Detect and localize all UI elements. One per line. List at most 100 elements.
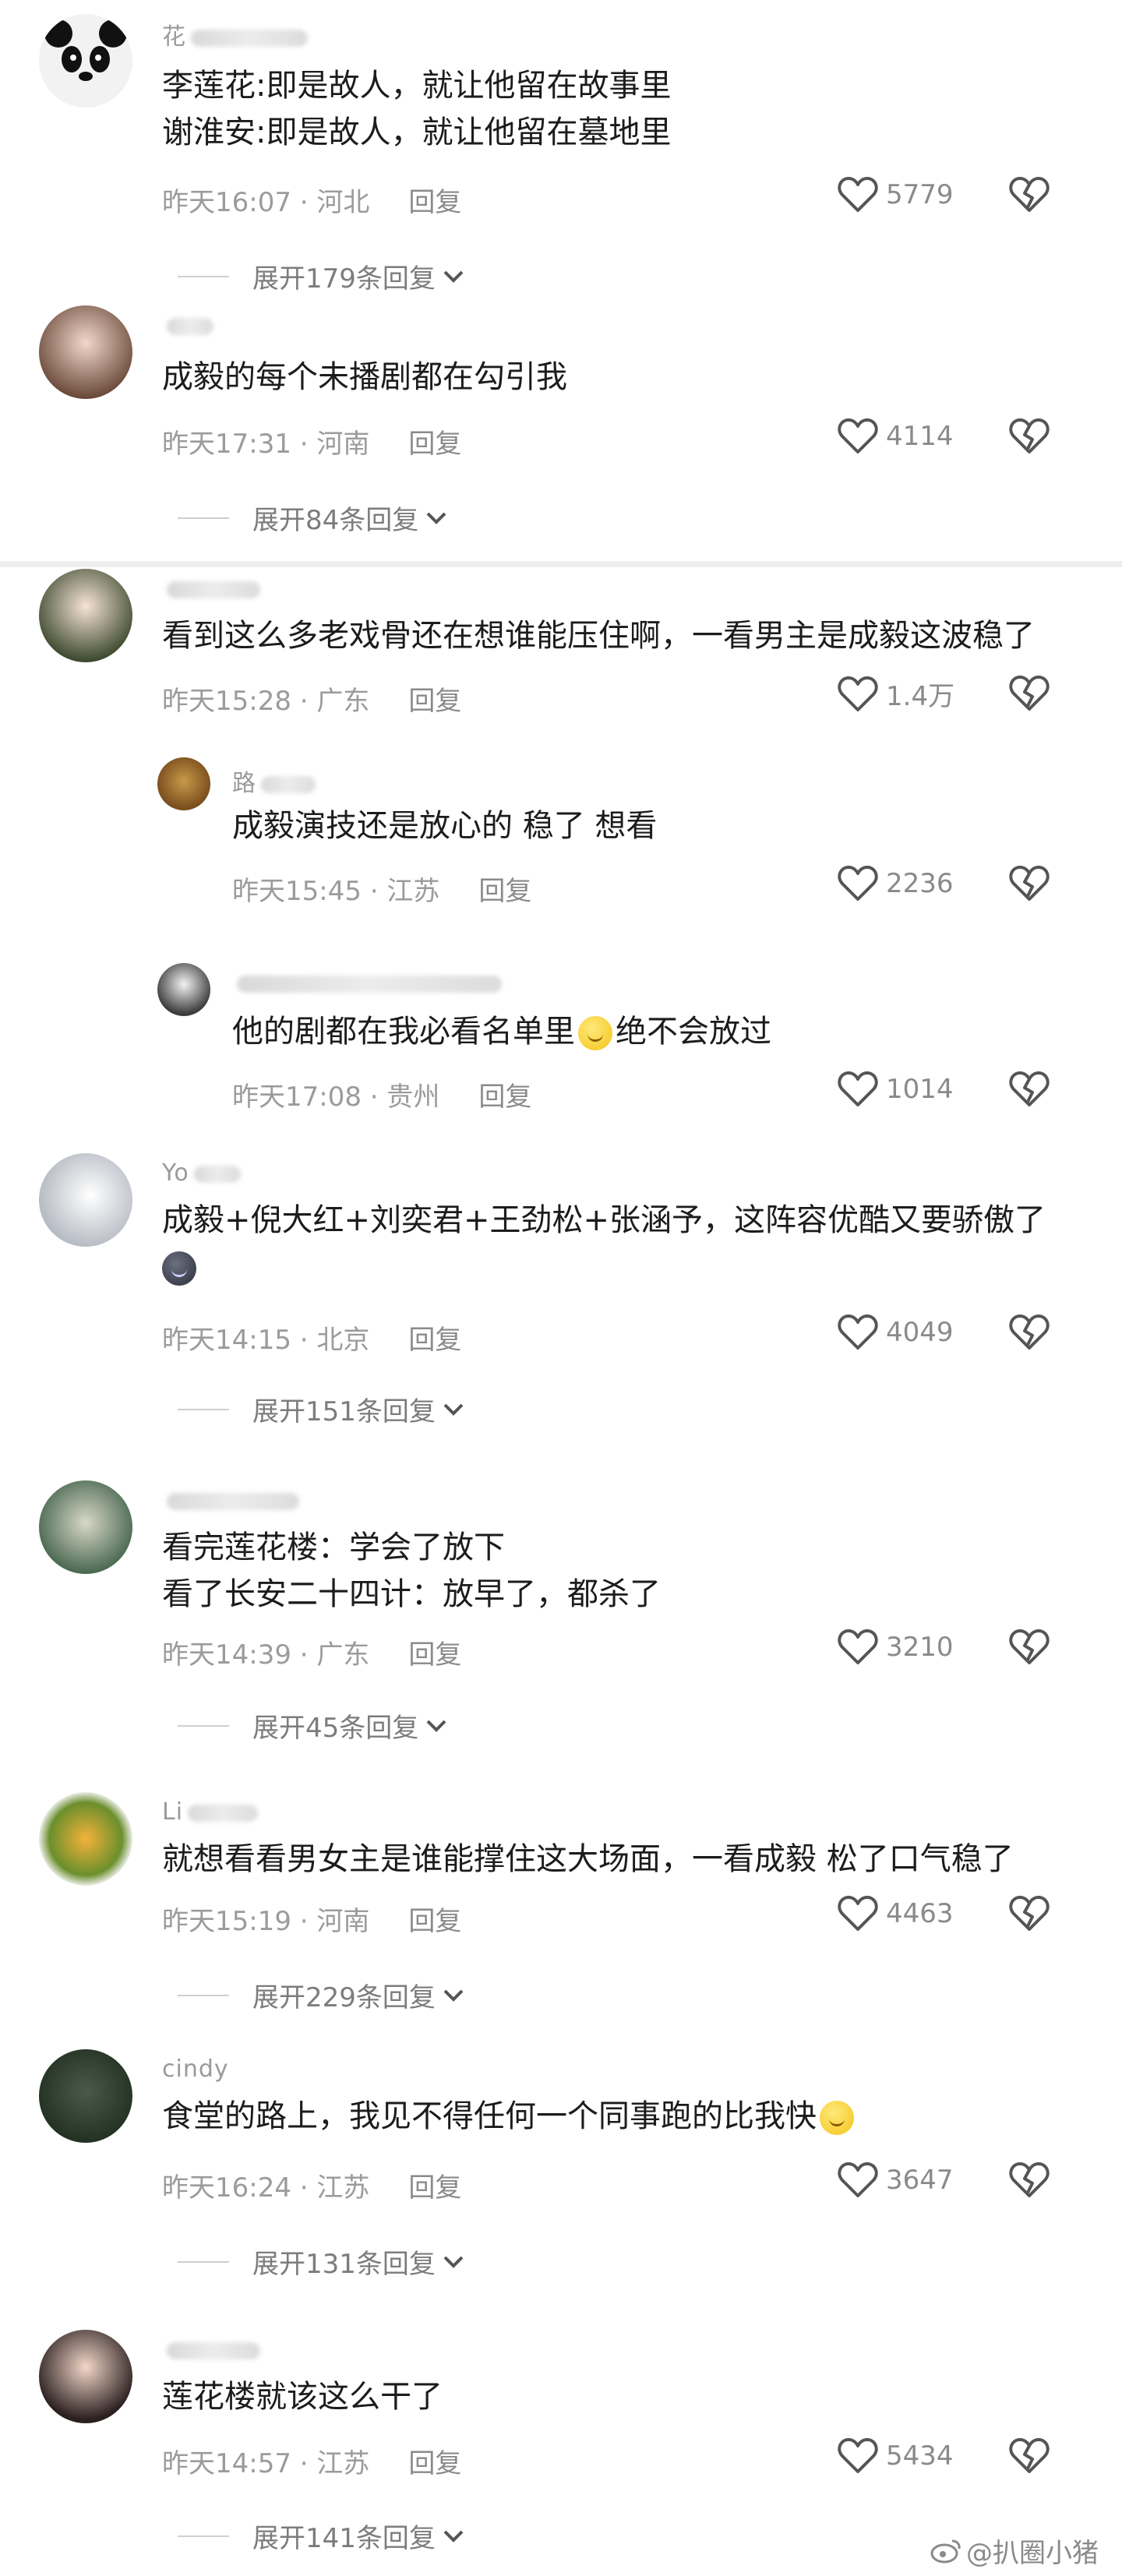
avatar[interactable]: [157, 963, 210, 1016]
reply-item: 他的剧都在我必看名单里 绝不会放过 昨天17:08 · 贵州 回复 1014: [0, 958, 1122, 1130]
comment-text: 食堂的路上，我见不得任何一个同事跑的比我快: [162, 2093, 857, 2140]
like-button[interactable]: 4049: [838, 1314, 954, 1351]
avatar[interactable]: [39, 2330, 132, 2423]
heart-outline-icon: [838, 418, 878, 453]
comment-item: 花 李莲花:即是故人，就让他留在故事里 谢淮安:即是故人，就让他留在墓地里 昨天…: [0, 0, 1122, 304]
dislike-button[interactable]: [1009, 418, 1050, 458]
reply-button[interactable]: 回复: [408, 187, 461, 218]
like-count: 5434: [886, 2440, 954, 2472]
comment-time: 昨天14:57: [162, 2448, 291, 2479]
username[interactable]: Yo: [162, 1159, 241, 1187]
avatar[interactable]: [39, 1153, 132, 1247]
username[interactable]: cindy: [162, 2056, 229, 2083]
like-button[interactable]: 5779: [838, 176, 954, 213]
reply-button[interactable]: 回复: [408, 2172, 461, 2204]
comment-text: 看完莲花楼：学会了放下 看了长安二十四计：放早了，都杀了: [162, 1530, 661, 1612]
reply-button[interactable]: 回复: [408, 1906, 461, 1937]
dislike-button[interactable]: [1009, 1314, 1050, 1354]
avatar[interactable]: [157, 757, 210, 810]
broken-heart-icon: [1009, 1896, 1050, 1931]
like-count: 3647: [886, 2165, 954, 2196]
chevron-down-icon: [443, 270, 464, 283]
username[interactable]: 花: [162, 17, 308, 51]
dislike-button[interactable]: [1009, 865, 1050, 905]
broken-heart-icon: [1009, 2438, 1050, 2473]
comment-meta: 昨天14:39 · 广东 回复: [162, 1639, 462, 1671]
heart-outline-icon: [838, 1896, 878, 1931]
expand-replies[interactable]: 展开131条回复: [178, 2243, 467, 2281]
like-count: 4463: [886, 1898, 954, 1929]
like-button[interactable]: 1.4万: [838, 675, 954, 713]
reply-button[interactable]: 回复: [408, 686, 461, 717]
comment-region: 江苏: [386, 876, 440, 907]
avatar[interactable]: [39, 305, 132, 399]
dislike-button[interactable]: [1009, 1895, 1050, 1936]
comment-item: 成毅的每个未播剧都在勾引我 昨天17:31 · 河南 回复 4114 展开84条回…: [0, 304, 1122, 553]
broken-heart-icon: [1009, 1071, 1050, 1106]
comment-text: 成毅的每个未播剧都在勾引我: [162, 359, 567, 395]
reply-button[interactable]: 回复: [478, 876, 531, 907]
reply-button[interactable]: 回复: [478, 1082, 531, 1113]
username[interactable]: [232, 969, 502, 997]
like-button[interactable]: 1014: [838, 1071, 954, 1108]
chevron-down-icon: [443, 1989, 464, 2002]
comment-meta: 昨天17:08 · 贵州 回复: [232, 1082, 532, 1113]
heart-outline-icon: [838, 866, 878, 901]
expand-replies[interactable]: 展开84条回复: [178, 499, 450, 537]
dislike-button[interactable]: [1009, 176, 1050, 217]
expand-replies[interactable]: 展开151条回复: [178, 1390, 467, 1428]
dislike-button[interactable]: [1009, 1629, 1050, 1669]
comment-item: Yo 成毅+倪大红+刘奕君+王劲松+张涵予，这阵容优酷又要骄傲了 昨天14:15…: [0, 1153, 1122, 1465]
comment-region: 北京: [316, 1325, 370, 1356]
avatar[interactable]: [39, 14, 132, 108]
broken-heart-icon: [1009, 866, 1050, 901]
username[interactable]: Li: [162, 1798, 259, 1826]
dislike-button[interactable]: [1009, 1071, 1050, 1111]
dislike-button[interactable]: [1009, 2161, 1050, 2202]
username[interactable]: [162, 2336, 260, 2363]
section-divider: [0, 561, 1122, 567]
comment-time: 昨天16:07: [162, 187, 291, 218]
avatar[interactable]: [39, 569, 132, 662]
like-count: 1014: [886, 1074, 954, 1105]
like-count: 1.4万: [886, 681, 955, 712]
comment-meta: 昨天14:57 · 江苏 回复: [162, 2448, 462, 2479]
dislike-button[interactable]: [1009, 675, 1050, 715]
username[interactable]: [162, 312, 213, 339]
reply-button[interactable]: 回复: [408, 1639, 461, 1671]
heart-outline-icon: [838, 2162, 878, 2197]
comment-region: 广东: [316, 686, 370, 717]
comment-item: 看完莲花楼：学会了放下 看了长安二十四计：放早了，都杀了 昨天14:39 · 广…: [0, 1480, 1122, 1769]
avatar[interactable]: [39, 1792, 132, 1886]
broken-heart-icon: [1009, 1629, 1050, 1664]
like-count: 5779: [886, 179, 954, 210]
username[interactable]: [162, 575, 260, 602]
like-button[interactable]: 4114: [838, 418, 954, 455]
comment-item: Li 就想看看男女主是谁能撑住这大场面，一看成毅 松了口气稳了 昨天15:19 …: [0, 1792, 1122, 2034]
username[interactable]: [162, 1487, 299, 1514]
avatar[interactable]: [39, 2049, 132, 2143]
expand-replies[interactable]: 展开141条回复: [178, 2517, 467, 2555]
like-button[interactable]: 3647: [838, 2161, 954, 2199]
smile-emoji-icon: [820, 2101, 854, 2135]
avatar[interactable]: [39, 1480, 132, 1574]
reply-button[interactable]: 回复: [408, 1325, 461, 1356]
like-button[interactable]: 2236: [838, 865, 954, 902]
reply-button[interactable]: 回复: [408, 429, 461, 460]
expand-replies[interactable]: 展开179条回复: [178, 257, 467, 295]
reply-button[interactable]: 回复: [408, 2448, 461, 2479]
comment-region: 贵州: [386, 1082, 440, 1113]
like-button[interactable]: 5434: [838, 2437, 954, 2475]
like-button[interactable]: 3210: [838, 1629, 954, 1666]
comment-text: 就想看看男女主是谁能撑住这大场面，一看成毅 松了口气稳了: [162, 1841, 1014, 1877]
dislike-button[interactable]: [1009, 2437, 1050, 2478]
expand-replies[interactable]: 展开229条回复: [178, 1976, 467, 2014]
expand-replies[interactable]: 展开45条回复: [178, 1706, 450, 1745]
comment-region: 河南: [316, 429, 370, 460]
comment-text: 成毅+倪大红+刘奕君+王劲松+张涵予，这阵容优酷又要骄傲了: [162, 1197, 1046, 1290]
like-count: 4049: [886, 1317, 954, 1348]
comment-time: 昨天14:39: [162, 1639, 291, 1671]
comment-meta: 昨天15:19 · 河南 回复: [162, 1906, 462, 1937]
username[interactable]: 路: [232, 764, 316, 798]
like-button[interactable]: 4463: [838, 1895, 954, 1932]
